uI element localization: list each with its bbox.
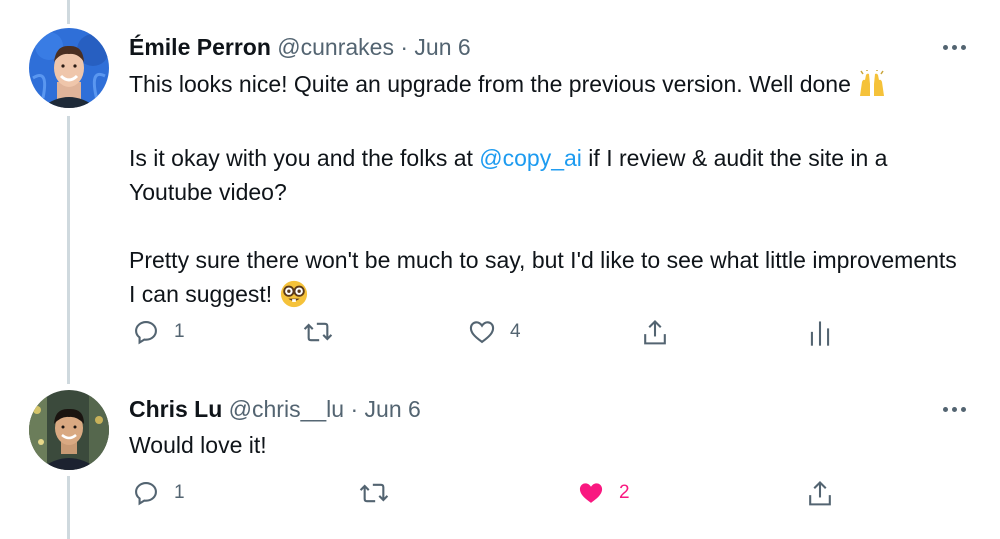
- author-handle[interactable]: @chris__lu: [229, 396, 344, 422]
- tweet-emile[interactable]: Émile Perron @cunrakes · Jun 6 This look…: [0, 0, 1000, 380]
- author-name[interactable]: Chris Lu: [129, 396, 222, 422]
- paragraph-3: Pretty sure there won't be much to say, …: [129, 243, 969, 317]
- retweet-icon: [359, 483, 389, 503]
- reply-icon: [135, 321, 157, 345]
- tweet-text: This looks nice! Quite an upgrade from t…: [129, 67, 969, 317]
- text-line: Pretty sure there won't be much to say, …: [129, 247, 957, 307]
- separator: ·: [400, 34, 409, 60]
- more-icon[interactable]: [943, 404, 969, 414]
- reply-count: 1: [174, 321, 185, 342]
- like-count: 4: [510, 321, 521, 342]
- like-button[interactable]: 4: [468, 318, 521, 346]
- retweet-icon: [303, 322, 333, 342]
- reply-count: 1: [174, 482, 185, 503]
- tweet-date[interactable]: Jun 6: [414, 34, 470, 60]
- tweet-actions: 1 4: [0, 318, 1000, 358]
- author-handle[interactable]: @cunrakes: [277, 34, 394, 60]
- tweet-date[interactable]: Jun 6: [365, 396, 421, 422]
- tweet-chris[interactable]: Chris Lu @chris__lu · Jun 6 Would love i…: [0, 380, 1000, 539]
- like-count: 2: [619, 482, 630, 503]
- reply-button[interactable]: 1: [132, 479, 185, 507]
- retweet-button[interactable]: [358, 479, 390, 507]
- text-line: This looks nice! Quite an upgrade from t…: [129, 71, 851, 97]
- share-button[interactable]: [806, 479, 834, 509]
- tweet-header: Émile Perron @cunrakes · Jun 6: [129, 33, 471, 61]
- reply-button[interactable]: 1: [132, 318, 185, 346]
- avatar[interactable]: [29, 28, 109, 108]
- heart-icon: [469, 321, 495, 344]
- retweet-button[interactable]: [302, 318, 334, 346]
- heart-filled-icon: [579, 483, 603, 503]
- separator: ·: [350, 396, 359, 422]
- reply-icon: [135, 482, 157, 506]
- raising-hands-icon: [857, 68, 887, 107]
- author-name[interactable]: Émile Perron: [129, 34, 271, 60]
- text-line: Would love it!: [129, 432, 267, 458]
- tweet-text: Would love it!: [129, 428, 969, 462]
- analytics-button[interactable]: [808, 318, 832, 348]
- avatar[interactable]: [29, 390, 109, 470]
- more-icon[interactable]: [943, 42, 969, 52]
- share-icon: [809, 480, 831, 506]
- share-button[interactable]: [641, 318, 669, 348]
- paragraph-1: This looks nice! Quite an upgrade from t…: [129, 67, 969, 107]
- tweet-header: Chris Lu @chris__lu · Jun 6: [129, 395, 421, 423]
- paragraph-2: Is it okay with you and the folks at @co…: [129, 141, 969, 209]
- share-icon: [644, 319, 666, 345]
- like-button[interactable]: 2: [577, 479, 630, 507]
- tweet-actions: 1 2: [0, 479, 1000, 519]
- mention-link[interactable]: @copy_ai: [479, 145, 582, 171]
- nerd-face-icon: [279, 280, 309, 317]
- text-before-mention: Is it okay with you and the folks at: [129, 145, 480, 171]
- analytics-icon: [810, 321, 830, 346]
